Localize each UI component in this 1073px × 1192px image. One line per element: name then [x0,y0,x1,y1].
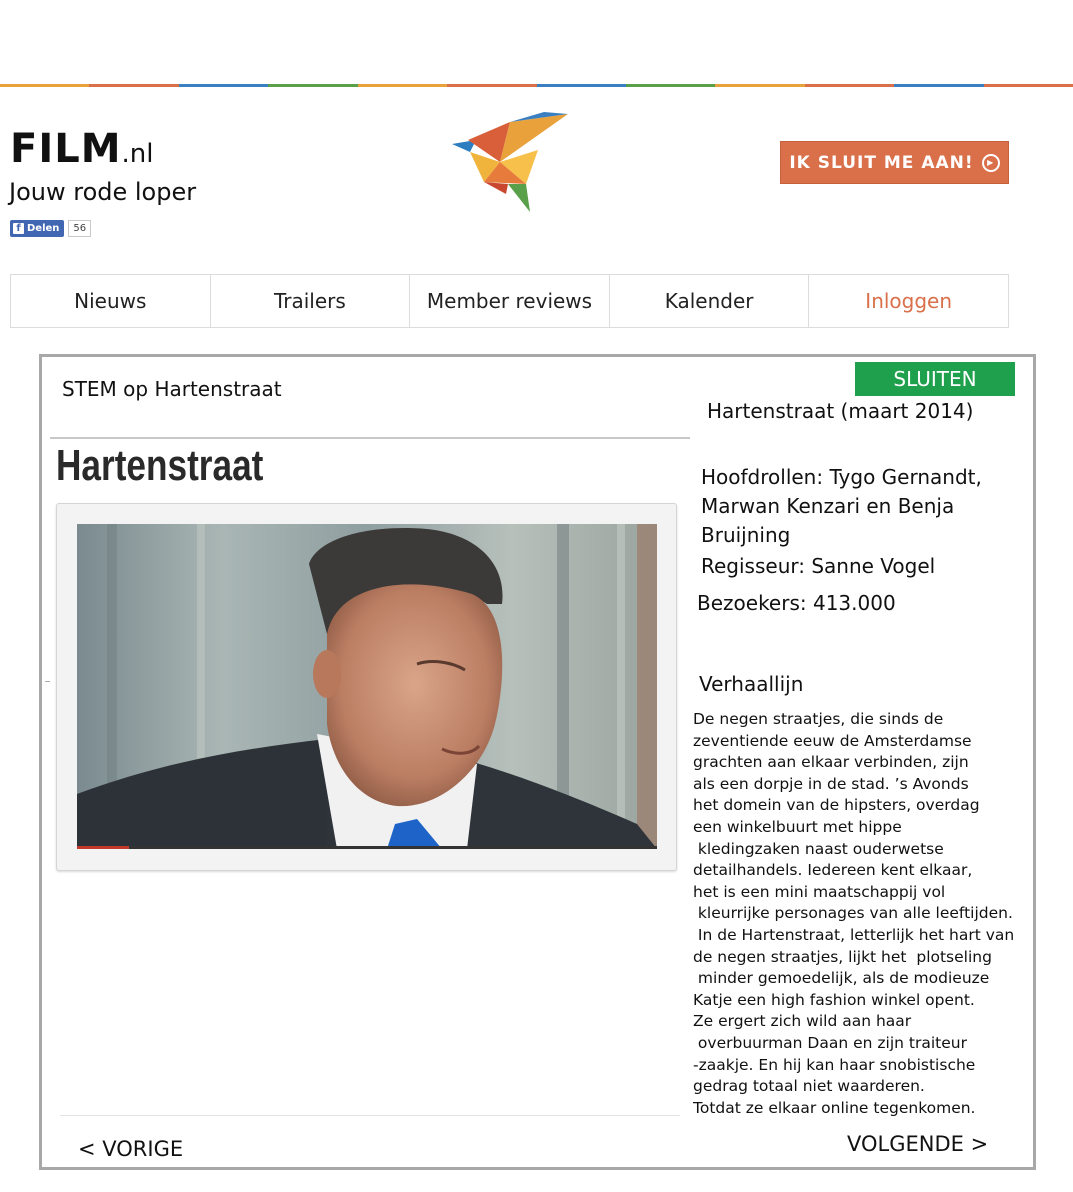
story-line: grachten aan elkaar verbinden, zijn [693,753,969,772]
story-line: als een dorpje in de stad. ’s Avonds [693,774,969,793]
main-nav: Nieuws Trailers Member reviews Kalender … [10,274,1009,328]
color-segment [715,84,805,87]
story-line: Totdat ze elkaar online tegenkomen. [693,1098,976,1117]
nav-item-kalender[interactable]: Kalender [610,275,810,327]
share-label: Delen [27,223,60,234]
story-line: een winkelbuurt met hippe [693,817,902,836]
story-line: kleurrijke personages van alle leeftijde… [693,904,1013,923]
story-line: -zaakje. En hij kan haar snobistische [693,1055,976,1074]
cast-text: Hoofdrollen: Tygo Gernandt, Marwan Kenza… [701,465,982,547]
facebook-share-button[interactable]: f Delen [10,220,65,237]
facebook-share[interactable]: f Delen 56 [10,220,92,237]
divider [60,1115,680,1116]
story-line: het is een mini maatschappij vol [693,882,946,901]
video-progress-fill [77,846,130,849]
story-line: overbuurman Daan en zijn traiteur [693,1033,967,1052]
origami-bird-logo [448,110,572,216]
divider [50,437,690,439]
story-text: De negen straatjes, die sinds de zeventie… [693,709,1023,1119]
story-line: zeventiende eeuw de Amsterdamse [693,731,972,750]
color-segment [536,84,626,87]
visitors-text: Bezoekers: 413.000 [697,591,896,615]
tagline: Jouw rode loper [9,178,197,206]
story-line: de negen straatjes, lijkt het plotseling [693,947,992,966]
color-segment [804,84,895,87]
story-line: detailhandels. Iedereen kent elkaar, [693,861,973,880]
facebook-icon: f [13,223,24,234]
film-name: Hartenstraat (maart 2014) [707,399,974,423]
site-logo[interactable]: FILM.nl [10,126,153,172]
next-button[interactable]: VOLGENDE > [847,1132,988,1156]
color-segment [0,84,90,87]
story-line: Katje een high fashion winkel opent. [693,990,975,1009]
color-segment [983,84,1073,87]
color-segment [447,84,537,87]
story-line: minder gemoedelijk, als de modieuze [693,969,990,988]
story-line: het domein van de hipsters, overdag [693,796,980,815]
director-text: Regisseur: Sanne Vogel [701,554,936,578]
story-line: In de Hartenstraat, letterlijk het hart … [693,925,1015,944]
story-line: gedrag totaal niet waarderen. [693,1077,925,1096]
nav-item-inloggen[interactable]: Inloggen [809,275,1008,327]
video-frame-image [77,524,657,849]
video-card [56,503,677,871]
nav-item-member-reviews[interactable]: Member reviews [410,275,610,327]
story-heading: Verhaallijn [699,672,804,696]
vote-label[interactable]: STEM op Hartenstraat [62,377,282,401]
story-line: kledingzaken naast ouderwetse [693,839,944,858]
color-segment [89,84,179,87]
share-count: 56 [68,220,92,237]
nav-item-nieuws[interactable]: Nieuws [11,275,211,327]
close-button[interactable]: SLUITEN [855,362,1015,396]
color-segment [625,84,716,87]
brand-main: FILM [10,126,122,172]
join-label: IK SLUIT ME AAN! [789,152,974,173]
video-player[interactable] [77,524,657,849]
divider-mark [45,681,50,682]
join-button[interactable]: IK SLUIT ME AAN! ▶ [780,141,1009,184]
video-progress-bar[interactable] [77,846,657,849]
color-segment [268,84,358,87]
movie-title: Hartenstraat [56,441,264,490]
story-line: Ze ergert zich wild aan haar [693,1012,912,1031]
color-segment [894,84,984,87]
top-color-bar [0,84,1073,87]
previous-button[interactable]: < VORIGE [78,1137,183,1161]
play-circle-icon: ▶ [981,153,1000,172]
color-segment [357,84,448,87]
story-line: De negen straatjes, die sinds de [693,710,944,728]
brand-tld: .nl [121,139,154,169]
vote-modal: STEM op Hartenstraat SLUITEN Hartenstraa… [39,354,1036,1170]
color-segment [178,84,269,87]
nav-item-trailers[interactable]: Trailers [211,275,411,327]
